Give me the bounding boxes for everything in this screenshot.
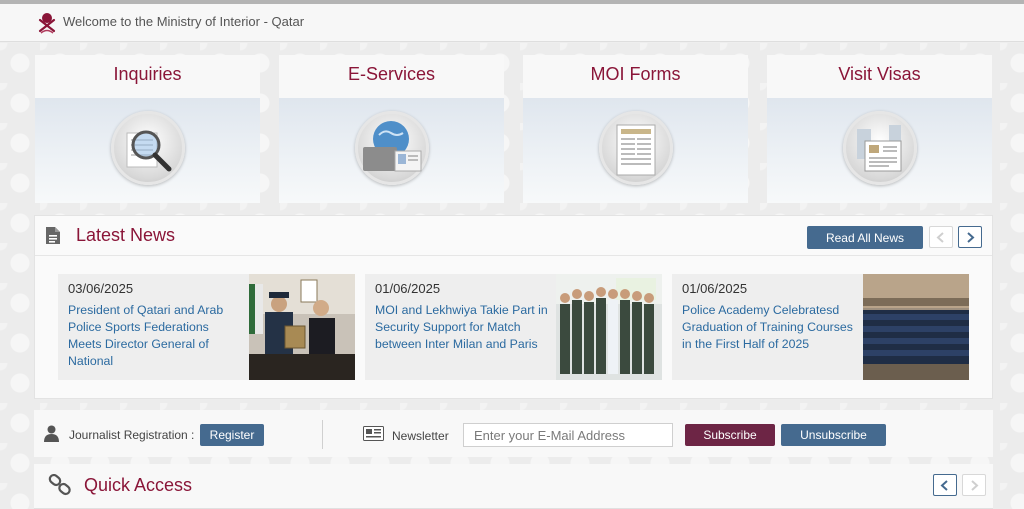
news-card[interactable]: 01/06/2025 Police Academy Celebratesd Gr… — [672, 274, 969, 380]
news-date: 01/06/2025 — [682, 281, 748, 296]
journalist-registration-label: Journalist Registration : — [69, 428, 195, 442]
unsubscribe-button[interactable]: Unsubscribe — [781, 424, 886, 446]
news-photo[interactable] — [249, 274, 355, 380]
news-next-button[interactable] — [958, 226, 982, 248]
tile-image — [279, 98, 504, 203]
news-header: Latest News Read All News — [35, 216, 992, 256]
chevron-left-icon — [940, 480, 948, 491]
visa-document-icon — [857, 125, 902, 172]
news-prev-button[interactable] — [929, 226, 953, 248]
tile-title: E-Services — [347, 64, 436, 84]
magnifier-document-icon — [126, 130, 172, 172]
chevron-left-icon — [936, 232, 944, 243]
chevron-right-icon — [971, 480, 979, 491]
qatar-emblem-icon[interactable] — [37, 11, 57, 35]
document-icon — [46, 227, 60, 244]
tile-title: MOI Forms — [590, 64, 681, 84]
tile-visit-visas[interactable]: Visit Visas — [767, 55, 992, 203]
site-header: Welcome to the Ministry of Interior - Qa… — [0, 4, 1024, 42]
tile-image — [767, 98, 992, 203]
subscribe-button[interactable]: Subscribe — [685, 424, 775, 446]
tile-title: Inquiries — [113, 64, 182, 84]
quick-access-section: Quick Access — [34, 464, 993, 509]
email-input[interactable] — [463, 423, 673, 447]
subscription-bar: Journalist Registration : Register Newsl… — [34, 410, 993, 457]
tile-inquiries[interactable]: Inquiries — [35, 55, 260, 203]
globe-card-icon — [363, 121, 422, 172]
tile-image — [35, 98, 260, 203]
tile-title: Visit Visas — [838, 64, 921, 84]
quick-access-next-button[interactable] — [962, 474, 986, 496]
news-headline-link[interactable]: Police Academy Celebratesd Graduation of… — [682, 302, 857, 353]
divider — [322, 420, 323, 449]
news-photo[interactable] — [556, 274, 662, 380]
tile-moi-forms[interactable]: MOI Forms — [523, 55, 748, 203]
news-photo[interactable] — [863, 274, 969, 380]
quick-access-title: Quick Access — [84, 475, 193, 495]
newspaper-icon — [363, 426, 384, 441]
news-headline-link[interactable]: MOI and Lekhwiya Takie Part in Security … — [375, 302, 550, 353]
quick-access-prev-button[interactable] — [933, 474, 957, 496]
news-card[interactable]: 03/06/2025 President of Qatari and Arab … — [58, 274, 355, 380]
read-all-news-button[interactable]: Read All News — [807, 226, 923, 249]
welcome-text: Welcome to the Ministry of Interior - Qa… — [63, 14, 305, 29]
person-icon — [44, 425, 59, 442]
tile-image — [523, 98, 748, 203]
news-card[interactable]: 01/06/2025 MOI and Lekhwiya Takie Part i… — [365, 274, 662, 380]
news-title: Latest News — [76, 225, 176, 245]
register-button[interactable]: Register — [200, 424, 264, 446]
newsletter-label: Newsletter — [392, 429, 449, 443]
news-headline-link[interactable]: President of Qatari and Arab Police Spor… — [68, 302, 243, 370]
link-chain-icon — [48, 474, 71, 496]
news-date: 03/06/2025 — [68, 281, 134, 296]
chevron-right-icon — [967, 232, 975, 243]
news-date: 01/06/2025 — [375, 281, 441, 296]
tile-e-services[interactable]: E-Services — [279, 55, 504, 203]
forms-document-icon — [616, 124, 656, 176]
latest-news-section: Latest News Read All News 03/06/2025 Pre… — [34, 215, 993, 399]
